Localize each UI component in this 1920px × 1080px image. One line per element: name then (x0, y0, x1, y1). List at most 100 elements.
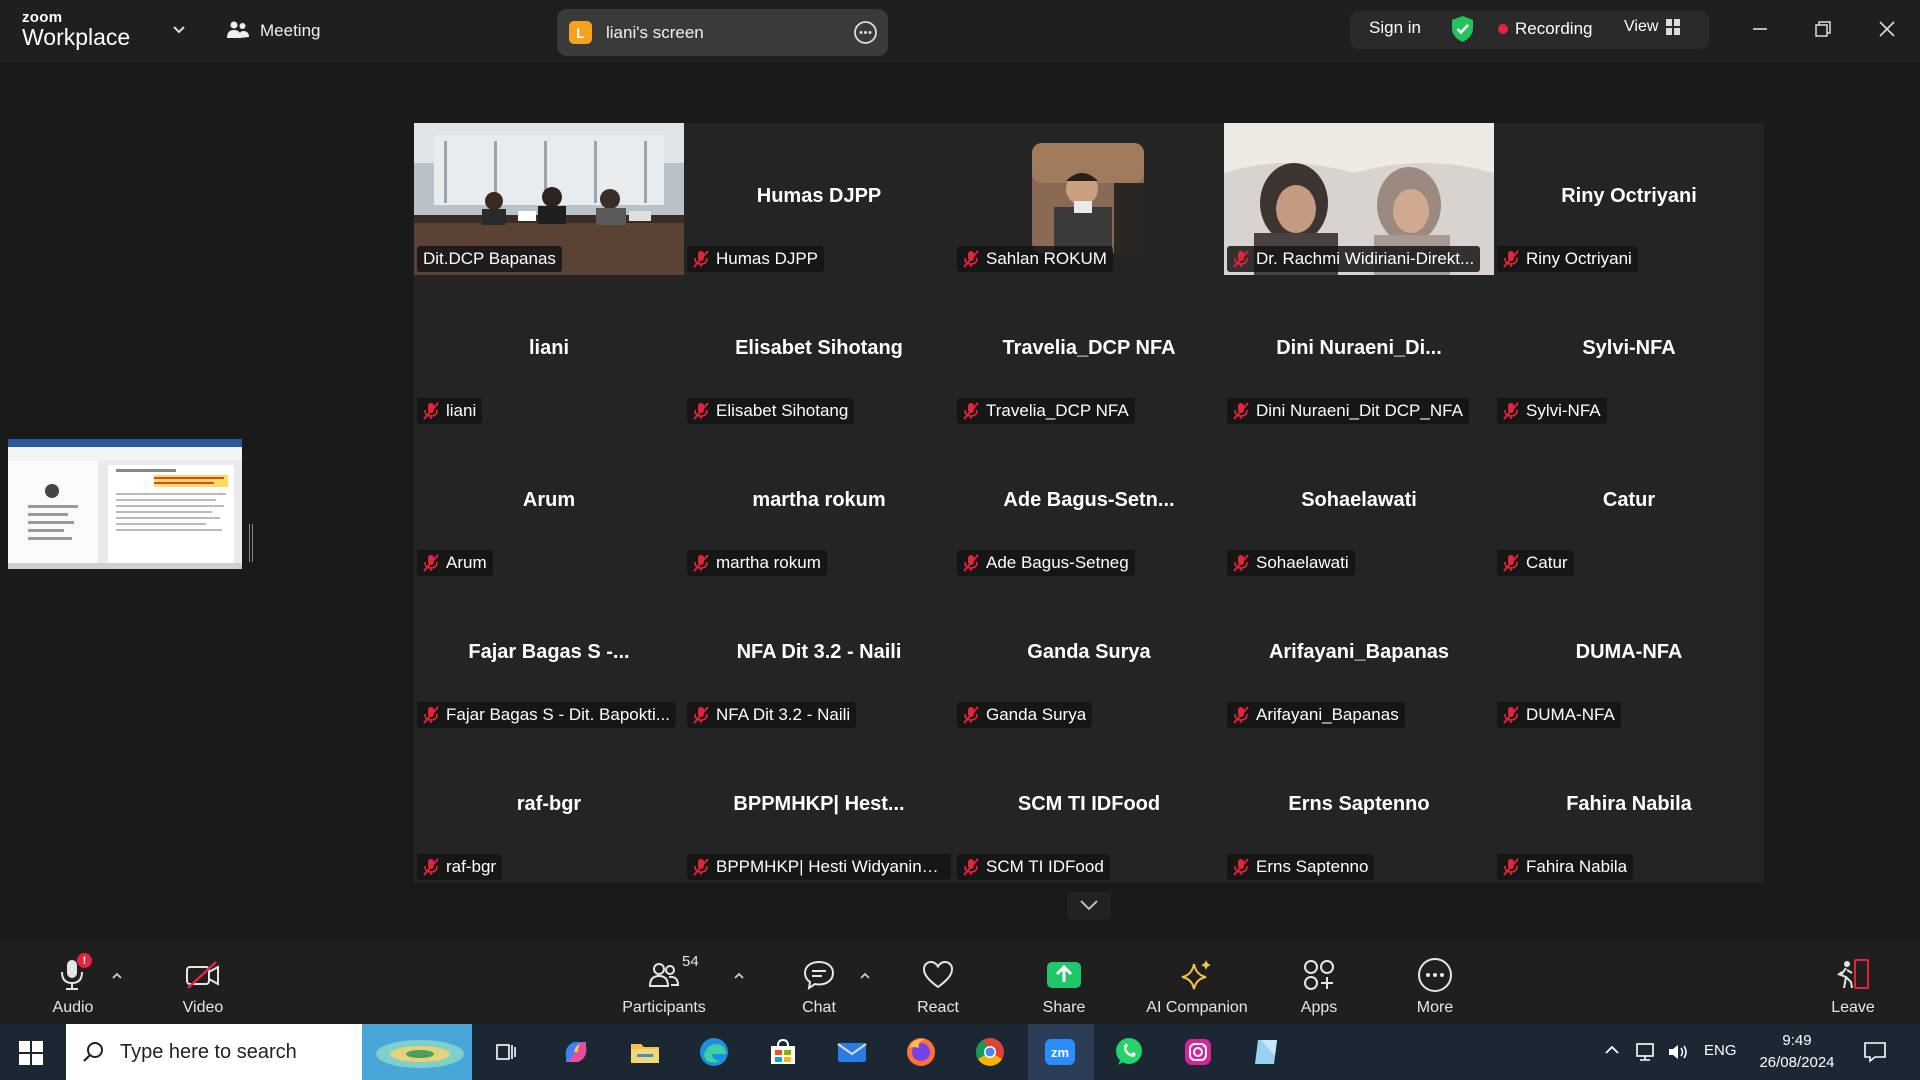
participant-tile[interactable]: Fahira Nabila Fahira Nabila (1494, 731, 1764, 883)
taskbar-clock[interactable]: 9:49 26/08/2024 (1752, 1030, 1842, 1074)
more-options-icon[interactable] (853, 20, 878, 45)
view-button[interactable]: View (1624, 18, 1681, 36)
notifications-icon[interactable] (1862, 1040, 1888, 1064)
participant-name: Catur (1526, 553, 1568, 572)
participant-tile[interactable]: Humas DJPP Humas DJPP (684, 123, 954, 275)
chevron-down-icon[interactable] (170, 20, 188, 38)
participants-button[interactable]: 54 Participants (616, 941, 712, 1024)
participant-tile[interactable]: Erns Saptenno Erns Saptenno (1224, 731, 1494, 883)
participant-name-large: Sohaelawati (1301, 489, 1417, 511)
scroll-down-chevron-icon[interactable] (1067, 892, 1111, 920)
participant-name-label: Travelia_DCP NFA (957, 398, 1135, 424)
thumbnail-resize-handle[interactable] (249, 524, 253, 562)
participant-tile[interactable]: Ade Bagus-Setn... Ade Bagus-Setneg (954, 427, 1224, 579)
chrome-icon[interactable] (972, 1034, 1008, 1070)
participant-tile[interactable]: Arifayani_Bapanas Arifayani_Bapanas (1224, 579, 1494, 731)
language-indicator[interactable]: ENG (1704, 1042, 1737, 1059)
notes-app-icon[interactable] (1249, 1034, 1285, 1070)
firefox-icon[interactable] (903, 1034, 939, 1070)
edge-browser-icon[interactable] (696, 1034, 732, 1070)
participant-name-label: Sylvi-NFA (1497, 398, 1607, 424)
react-button[interactable]: React (913, 941, 963, 1024)
screen-share-label: liani's screen (606, 22, 704, 42)
clock-date: 26/08/2024 (1759, 1054, 1835, 1071)
share-button[interactable]: Share (1039, 941, 1089, 1024)
participant-name-large: Dini Nuraeni_Di... (1276, 337, 1442, 359)
muted-mic-icon (963, 250, 979, 268)
muted-mic-icon (1503, 250, 1519, 268)
close-icon[interactable] (1872, 14, 1902, 44)
encryption-shield-icon[interactable] (1450, 15, 1475, 43)
participant-tile[interactable]: Sahlan ROKUM (954, 123, 1224, 275)
audio-options-caret-icon[interactable] (110, 969, 124, 983)
participants-count: 54 (682, 953, 699, 970)
windows-start-icon[interactable] (18, 1040, 44, 1066)
participant-tile[interactable]: SCM TI IDFood SCM TI IDFood (954, 731, 1224, 883)
whatsapp-icon[interactable] (1111, 1034, 1147, 1070)
participant-name-label: liani (417, 398, 483, 424)
participants-options-caret-icon[interactable] (732, 969, 746, 983)
muted-mic-icon (423, 402, 439, 420)
participant-tile[interactable]: Sohaelawati Sohaelawati (1224, 427, 1494, 579)
search-icon (83, 1042, 103, 1062)
copilot-icon[interactable] (558, 1034, 594, 1070)
participant-tile[interactable]: Elisabet Sihotang Elisabet Sihotang (684, 275, 954, 427)
participant-name-large: SCM TI IDFood (1017, 793, 1161, 815)
participant-tile[interactable]: DUMA-NFA DUMA-NFA (1494, 579, 1764, 731)
microsoft-store-icon[interactable] (765, 1034, 801, 1070)
participant-name-label: Fahira Nabila (1497, 854, 1634, 880)
more-button[interactable]: More (1410, 941, 1460, 1024)
apps-icon (1304, 960, 1334, 990)
shared-screen-thumbnail[interactable] (8, 439, 242, 569)
network-icon[interactable] (1634, 1041, 1658, 1063)
participant-tile[interactable]: NFA Dit 3.2 - Naili NFA Dit 3.2 - Naili (684, 579, 954, 731)
ai-companion-button[interactable]: AI Companion (1142, 941, 1252, 1024)
sign-in-button[interactable]: Sign in (1350, 18, 1440, 38)
participant-tile[interactable]: Catur Catur (1494, 427, 1764, 579)
participant-tile[interactable]: martha rokum martha rokum (684, 427, 954, 579)
file-explorer-icon[interactable] (627, 1034, 663, 1070)
leave-button[interactable]: Leave (1828, 941, 1878, 1024)
participant-tile[interactable]: BPPMHKP| Hest... BPPMHKP| Hesti Widyaning… (684, 731, 954, 883)
people-icon (227, 21, 249, 38)
participant-tile[interactable]: Dr. Rachmi Widiriani-Direkt... (1224, 123, 1494, 275)
recording-indicator[interactable]: Recording (1498, 19, 1593, 39)
participant-name-label: Fajar Bagas S - Dit. Bapokti... (417, 702, 676, 728)
chat-options-caret-icon[interactable] (858, 969, 872, 983)
participant-tile[interactable]: Ganda Surya Ganda Surya (954, 579, 1224, 731)
apps-button[interactable]: Apps (1294, 941, 1344, 1024)
audio-button[interactable]: ! Audio (48, 941, 98, 1024)
recording-label: Recording (1515, 19, 1593, 38)
participant-tile[interactable]: Dit.DCP Bapanas (414, 123, 684, 275)
participant-tile[interactable]: Arum Arum (414, 427, 684, 579)
meeting-menu-button[interactable]: Meeting (226, 18, 320, 44)
task-view-icon[interactable] (488, 1034, 524, 1070)
chat-button[interactable]: Chat (794, 941, 844, 1024)
video-button[interactable]: Video (178, 941, 228, 1024)
participant-tile[interactable]: Riny Octriyani Riny Octriyani (1494, 123, 1764, 275)
participant-tile[interactable]: Fajar Bagas S -... Fajar Bagas S - Dit. B… (414, 579, 684, 731)
taskbar-search-box[interactable]: Type here to search (66, 1024, 472, 1080)
participant-name: Arifayani_Bapanas (1256, 705, 1399, 724)
participant-name: martha rokum (716, 553, 821, 572)
tray-chevron-up-icon[interactable] (1603, 1041, 1621, 1059)
zoom-app-icon[interactable]: zm (1042, 1034, 1078, 1070)
participant-name-large: Travelia_DCP NFA (1002, 337, 1176, 359)
participant-tile[interactable]: liani liani (414, 275, 684, 427)
participant-tile[interactable]: Sylvi-NFA Sylvi-NFA (1494, 275, 1764, 427)
search-placeholder: Type here to search (120, 1040, 297, 1063)
screen-share-indicator[interactable]: L liani's screen (557, 9, 888, 56)
muted-mic-icon (1503, 858, 1519, 876)
instagram-icon[interactable] (1180, 1034, 1216, 1070)
minimize-icon[interactable] (1745, 14, 1775, 44)
volume-icon[interactable] (1666, 1041, 1690, 1063)
participant-tile[interactable]: Travelia_DCP NFA Travelia_DCP NFA (954, 275, 1224, 427)
participant-name: Sylvi-NFA (1526, 401, 1601, 420)
mail-icon[interactable] (834, 1034, 870, 1070)
participant-tile[interactable]: Dini Nuraeni_Di... Dini Nuraeni_Dit DCP_N… (1224, 275, 1494, 427)
restore-icon[interactable] (1808, 14, 1838, 44)
participant-tile[interactable]: raf-bgr raf-bgr (414, 731, 684, 883)
participant-name: Sahlan ROKUM (986, 249, 1107, 268)
zoom-workplace-logo: zoom Workplace (22, 10, 130, 49)
more-label: More (1416, 999, 1454, 1016)
